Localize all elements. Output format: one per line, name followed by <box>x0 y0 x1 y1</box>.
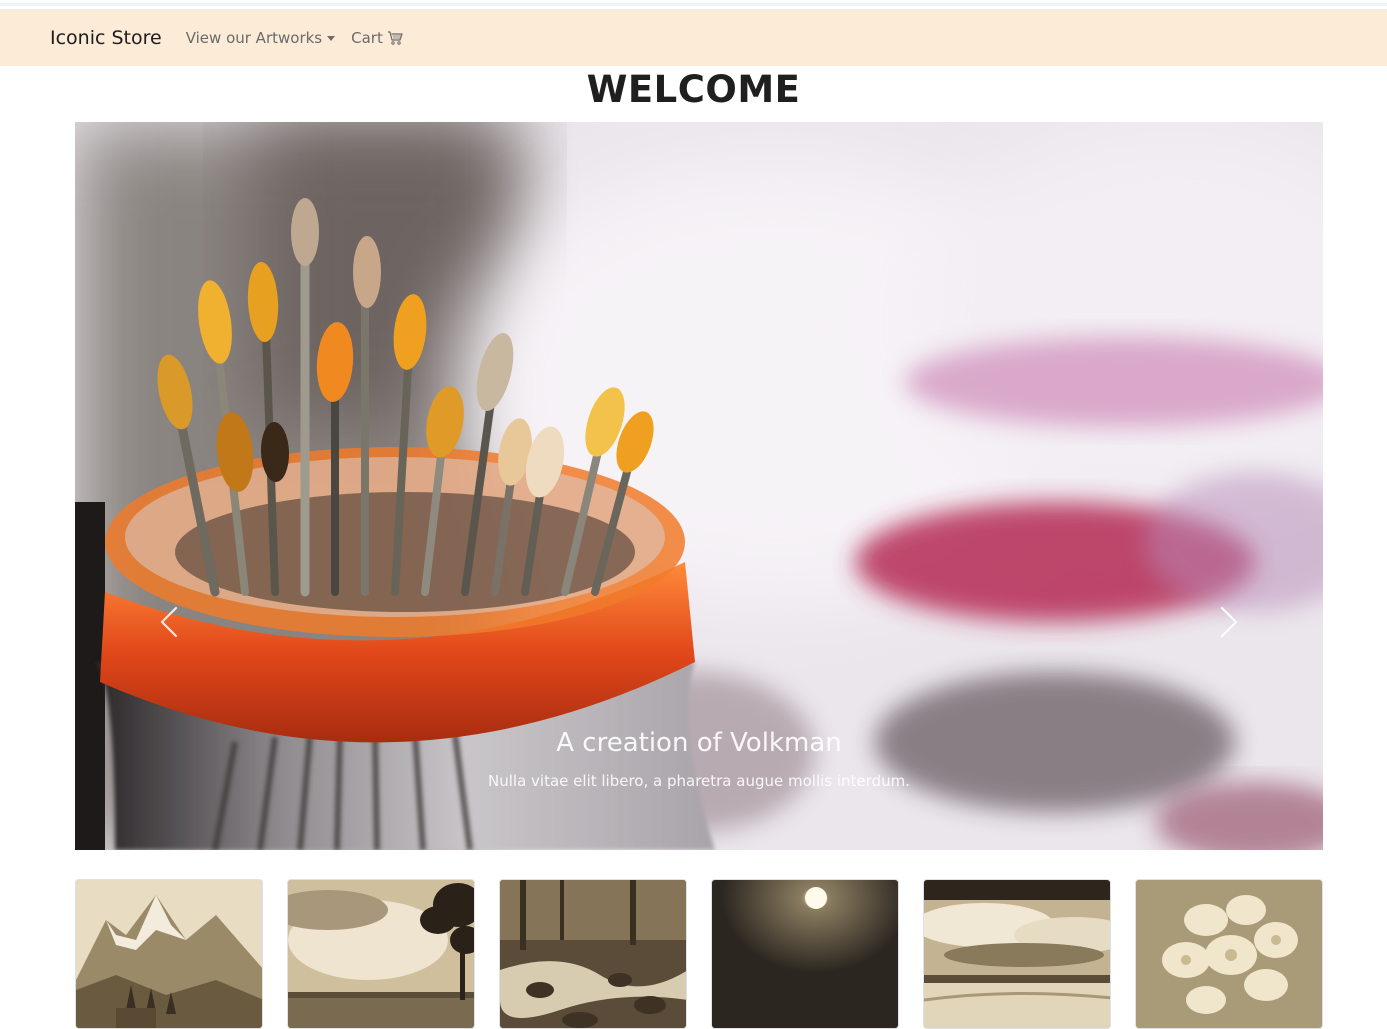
thumbnail-moon[interactable] <box>711 879 899 1029</box>
thumbnail-forest-stream[interactable] <box>499 879 687 1029</box>
carousel-caption-text: Nulla vitae elit libero, a pharetra augu… <box>488 772 910 790</box>
sky-tree-image <box>288 880 474 1028</box>
mountains-image <box>76 880 262 1028</box>
artwork-thumbnail-row <box>75 879 1323 1029</box>
carousel-next-button[interactable] <box>1208 592 1248 652</box>
cart-link[interactable]: Cart <box>351 29 403 47</box>
cart-icon <box>387 31 403 45</box>
flowers-image <box>1136 880 1322 1028</box>
hero-carousel[interactable]: A creation of Volkman Nulla vitae elit l… <box>75 122 1323 850</box>
carousel-prev-button[interactable] <box>150 592 190 652</box>
brand-link[interactable]: Iconic Store <box>50 27 162 49</box>
chevron-right-icon <box>1220 606 1238 638</box>
thumbnail-beach-clouds[interactable] <box>923 879 1111 1029</box>
moon-image <box>712 880 898 1028</box>
browser-top-strip <box>0 0 1387 10</box>
carousel-caption-title: A creation of Volkman <box>556 728 842 758</box>
thumbnail-flowers[interactable] <box>1135 879 1323 1029</box>
artworks-dropdown-label: View our Artworks <box>185 29 323 47</box>
thumbnail-sky-with-tree[interactable] <box>287 879 475 1029</box>
beach-image <box>924 880 1110 1028</box>
chevron-left-icon <box>160 606 178 638</box>
stream-image <box>500 880 686 1028</box>
page-title: WELCOME <box>586 68 801 111</box>
artworks-dropdown[interactable]: View our Artworks <box>185 29 336 47</box>
navbar: Iconic Store View our Artworks Cart <box>0 10 1387 66</box>
caret-down-icon <box>327 35 336 41</box>
cart-label: Cart <box>351 29 383 47</box>
thumbnail-mountains[interactable] <box>75 879 263 1029</box>
